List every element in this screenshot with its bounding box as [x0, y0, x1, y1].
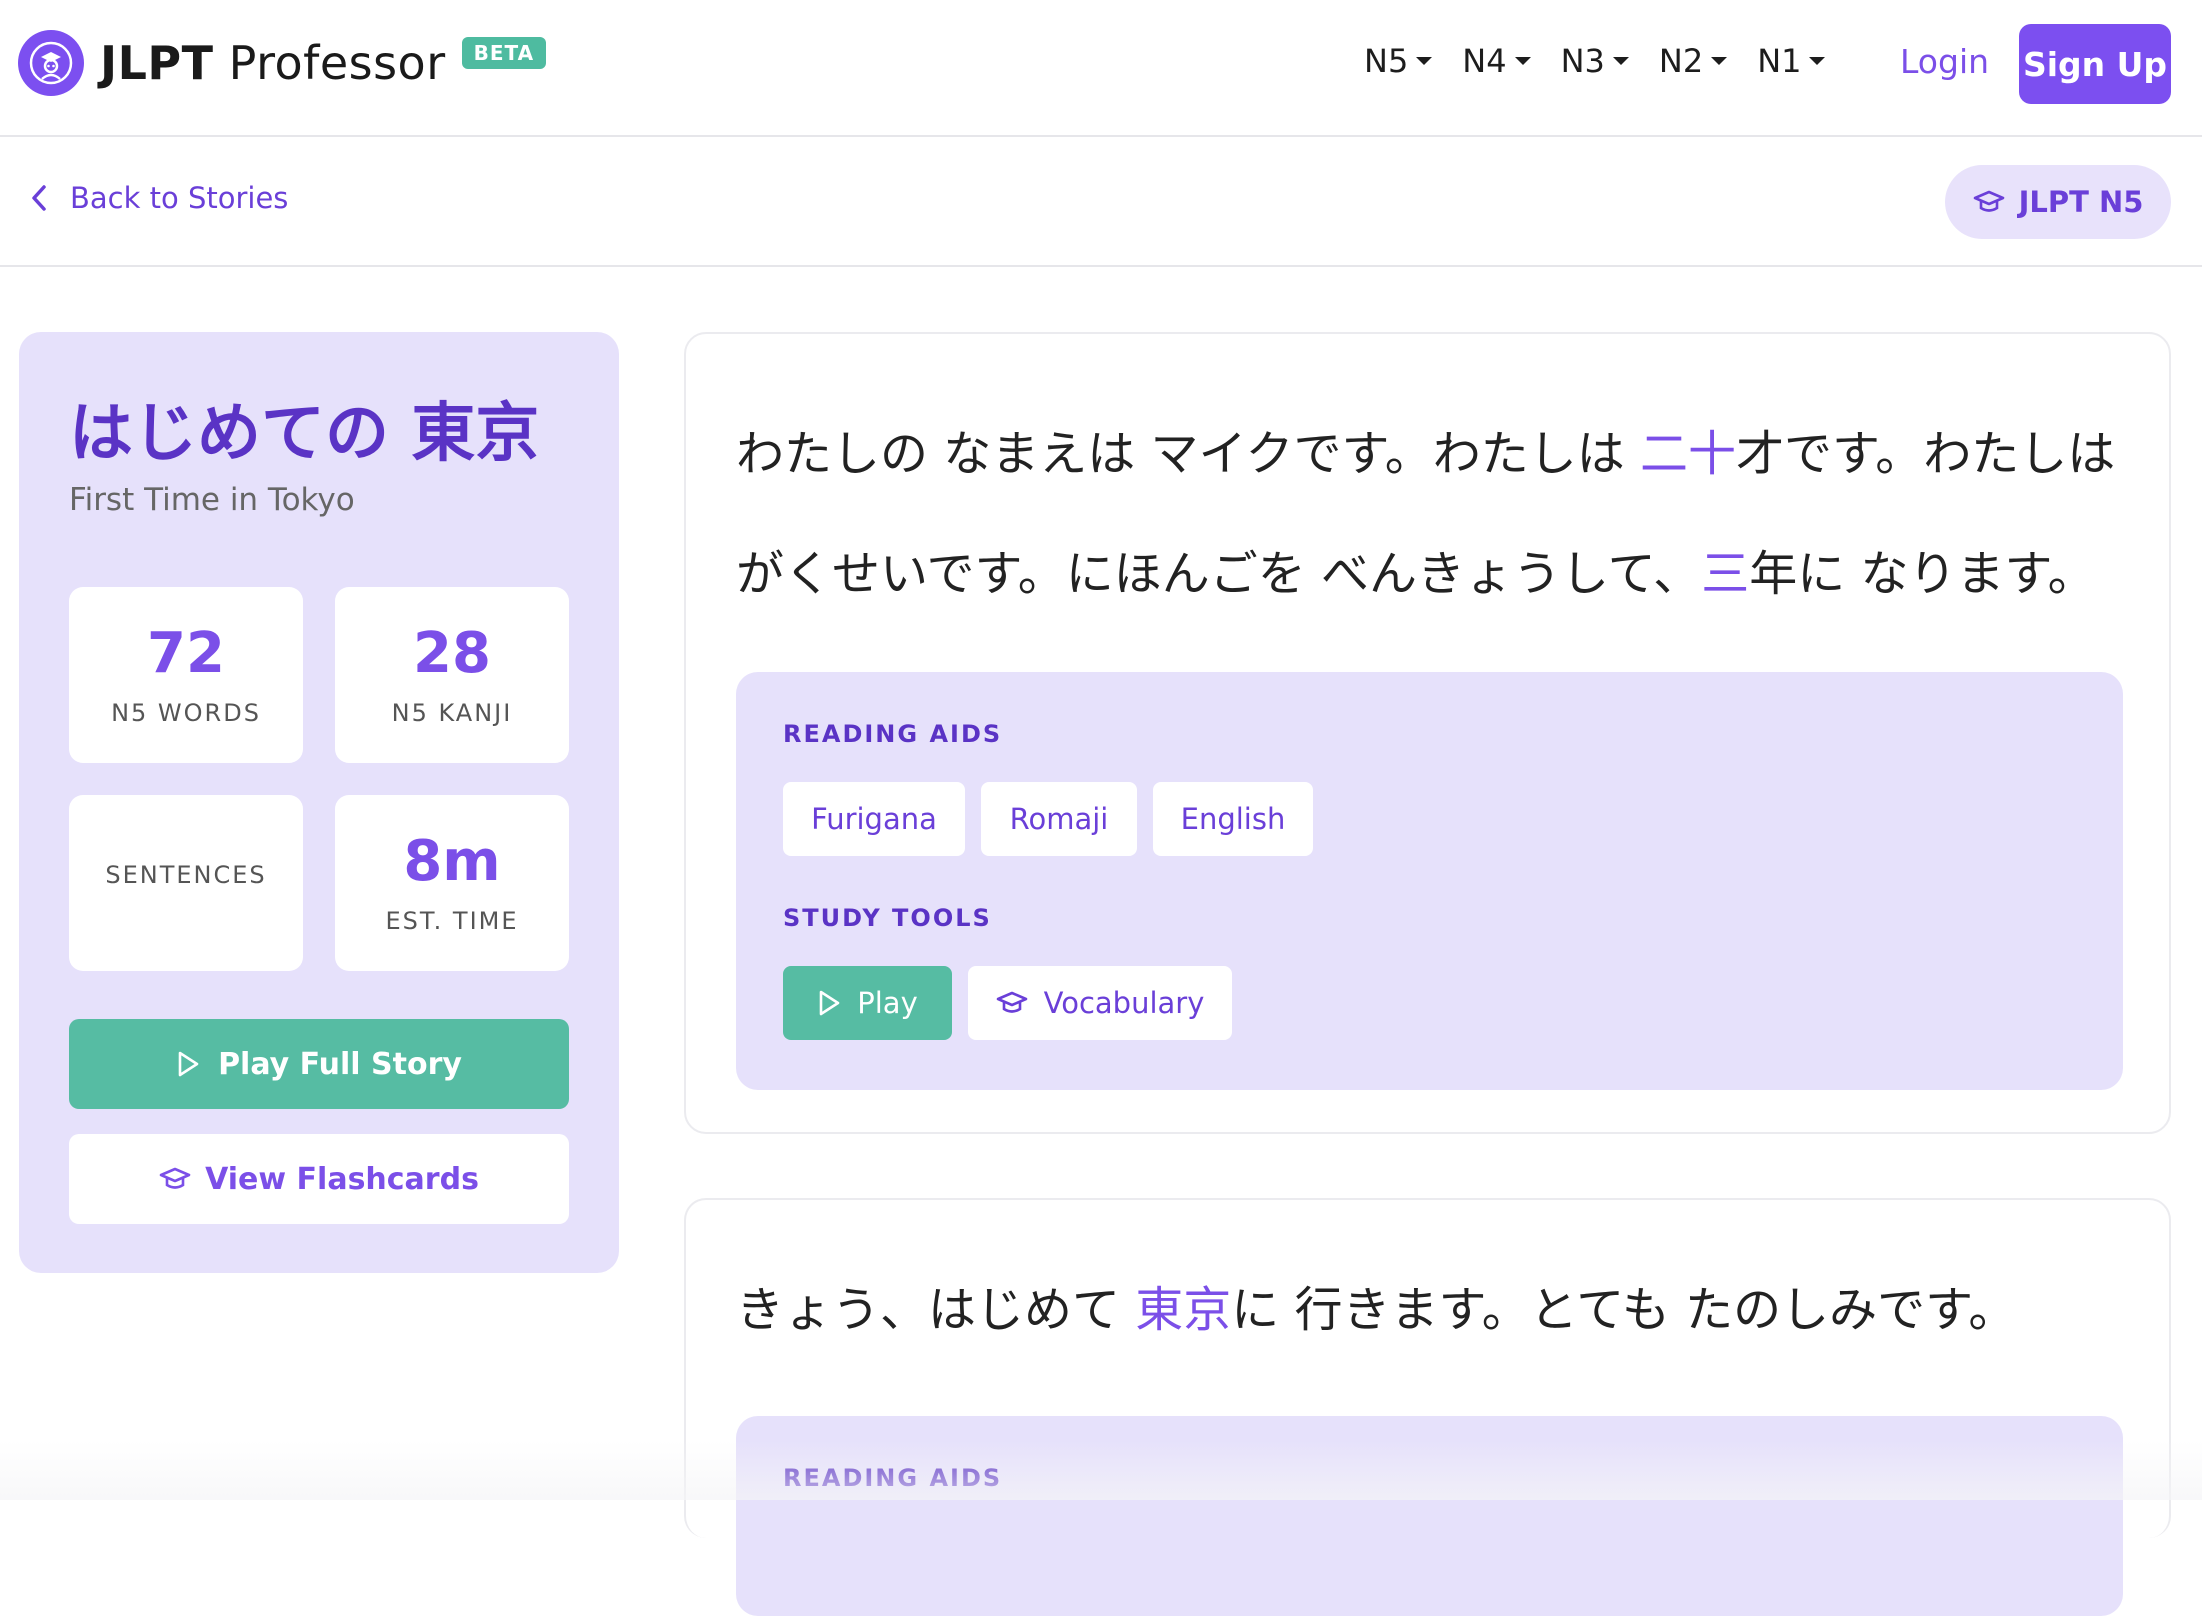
stat-est-time: 8m EST. TIME	[335, 795, 569, 971]
sentence-segment: きょう、はじめて	[736, 1282, 1136, 1338]
stat-label: SENTENCES	[105, 861, 267, 889]
level-dropdown-label: N4	[1462, 42, 1507, 80]
graduation-cap-icon	[996, 991, 1027, 1013]
reading-aids-heading: READING AIDS	[783, 1464, 1003, 1492]
sentence-segment: 年に なります。	[1749, 546, 2096, 602]
graduation-cap-icon	[1973, 190, 2004, 212]
level-dropdown-label: N3	[1560, 42, 1605, 80]
professor-avatar-icon	[18, 30, 84, 96]
back-to-stories-link[interactable]: Back to Stories	[28, 181, 288, 215]
stat-value: 28	[413, 621, 491, 687]
level-menu: N5 N4 N3 N2 N1	[1364, 42, 1826, 80]
caret-down-icon	[1416, 57, 1433, 65]
brand-name-light: Professor	[228, 36, 446, 90]
caret-down-icon	[1514, 57, 1531, 65]
sentence-segment: に 行きます。とても たのしみです。	[1231, 1282, 2017, 1338]
chevron-left-icon	[32, 185, 46, 211]
stat-label: N5 WORDS	[111, 698, 261, 727]
kanji-highlight[interactable]: 二十	[1640, 426, 1736, 482]
sentence-line: わたしの なまえは マイクです。わたしは 二十才です。わたしは	[736, 394, 2136, 514]
stat-value: 72	[147, 621, 225, 687]
back-to-stories-label: Back to Stories	[70, 181, 289, 215]
level-dropdown-label: N1	[1757, 42, 1802, 80]
story-summary-card: はじめての 東京 First Time in Tokyo 72 N5 WORDS…	[19, 332, 619, 1273]
sentence-line: きょう、はじめて 東京に 行きます。とても たのしみです。	[736, 1250, 2136, 1370]
graduation-cap-icon	[159, 1167, 191, 1189]
story-subtitle: First Time in Tokyo	[69, 482, 355, 518]
beta-badge: BETA	[461, 37, 547, 69]
level-dropdown-n2[interactable]: N2	[1658, 42, 1728, 80]
sentence-text: わたしの なまえは マイクです。わたしは 二十才です。わたしは がくせいです。に…	[736, 394, 2136, 634]
view-flashcards-button[interactable]: View Flashcards	[69, 1134, 569, 1224]
sentence-segment: 才です。わたしは	[1736, 426, 2116, 482]
sentence-card: わたしの なまえは マイクです。わたしは 二十才です。わたしは がくせいです。に…	[684, 332, 2171, 1134]
level-dropdown-n4[interactable]: N4	[1462, 42, 1531, 80]
top-navbar: JLPT Professor BETA N5 N4 N3 N2 N1 Login…	[0, 0, 2202, 137]
sentence-segment: わたしの なまえは マイクです。わたしは	[736, 426, 1641, 482]
sentence-segment: がくせいです。にほんごを べんきょうして、	[736, 546, 1702, 602]
stat-n5-words: 72 N5 WORDS	[69, 587, 303, 763]
level-dropdown-n5[interactable]: N5	[1364, 42, 1433, 80]
romaji-toggle[interactable]: Romaji	[981, 782, 1137, 856]
play-sentence-button[interactable]: Play	[783, 966, 952, 1040]
reading-aids-heading: READING AIDS	[783, 720, 1003, 748]
reading-aids-panel: READING AIDS	[736, 1416, 2123, 1616]
level-dropdown-n1[interactable]: N1	[1757, 42, 1826, 80]
vocabulary-button[interactable]: Vocabulary	[968, 966, 1232, 1040]
sentence-line: がくせいです。にほんごを べんきょうして、三年に なります。	[736, 514, 2136, 634]
play-icon	[178, 1051, 199, 1077]
play-icon	[819, 990, 840, 1016]
play-full-story-button[interactable]: Play Full Story	[69, 1019, 569, 1109]
caret-down-icon	[1809, 57, 1826, 65]
view-flashcards-label: View Flashcards	[205, 1161, 479, 1197]
english-toggle[interactable]: English	[1153, 782, 1313, 856]
brand-name: JLPT Professor	[100, 36, 446, 90]
level-dropdown-n3[interactable]: N3	[1561, 42, 1629, 80]
kanji-highlight[interactable]: 三	[1701, 546, 1749, 602]
signup-button[interactable]: Sign Up	[2019, 24, 2171, 104]
sentence-text: きょう、はじめて 東京に 行きます。とても たのしみです。	[736, 1250, 2136, 1370]
level-dropdown-label: N5	[1364, 42, 1409, 80]
stat-n5-kanji: 28 N5 KANJI	[335, 587, 569, 763]
play-full-story-label: Play Full Story	[218, 1046, 462, 1082]
study-tools-heading: STUDY TOOLS	[783, 904, 992, 932]
play-sentence-label: Play	[857, 986, 918, 1020]
level-dropdown-label: N2	[1658, 42, 1704, 80]
caret-down-icon	[1612, 57, 1629, 65]
stat-label: EST. TIME	[385, 906, 519, 935]
jlpt-level-label: JLPT N5	[2018, 185, 2144, 219]
story-subheader: Back to Stories JLPT N5	[0, 137, 2202, 267]
vocabulary-label: Vocabulary	[1043, 986, 1205, 1020]
stat-sentences: SENTENCES	[69, 795, 303, 971]
stat-value: 8m	[403, 829, 501, 895]
brand-logo-link[interactable]: JLPT Professor BETA	[18, 30, 547, 96]
kanji-highlight[interactable]: 東京	[1135, 1282, 1231, 1338]
story-title: はじめての 東京	[69, 397, 540, 471]
stat-label: N5 KANJI	[391, 698, 513, 727]
login-link[interactable]: Login	[1900, 42, 1989, 81]
furigana-toggle[interactable]: Furigana	[783, 782, 965, 856]
sentence-card: きょう、はじめて 東京に 行きます。とても たのしみです。 READING AI…	[684, 1198, 2171, 1616]
jlpt-level-pill[interactable]: JLPT N5	[1945, 165, 2171, 239]
reading-aids-panel: READING AIDS Furigana Romaji English STU…	[736, 672, 2123, 1090]
brand-name-bold: JLPT	[100, 36, 214, 90]
caret-down-icon	[1711, 57, 1728, 65]
